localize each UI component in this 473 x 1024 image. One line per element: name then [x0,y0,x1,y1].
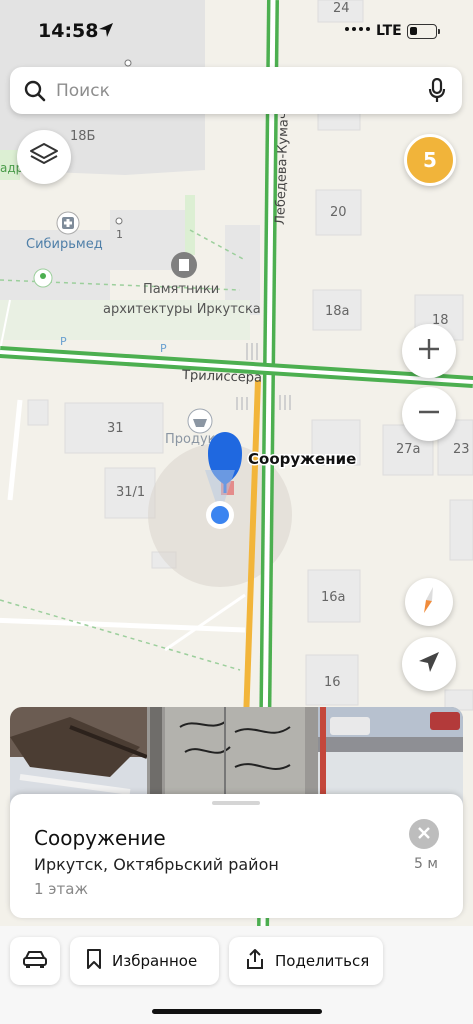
building-number: 18а [325,304,350,319]
bookmark-icon [86,948,102,974]
my-location-button[interactable] [402,637,456,691]
place-floor: 1 этаж [34,880,88,898]
status-time: 14:58 [38,20,99,42]
parking-sign-1: P [60,335,67,348]
route-by-car-button[interactable] [10,937,60,985]
place-photos[interactable] [10,707,463,807]
plus-icon [417,337,441,365]
share-icon [245,948,265,974]
network-type: LTE [376,23,402,39]
share-button[interactable]: Поделиться [229,937,383,985]
car-icon [22,949,48,973]
place-card[interactable]: Сооружение Иркутск, Октябрьский район 1 … [10,794,463,918]
poi-label-place[interactable]: Сооружение [247,449,358,470]
zoom-in-button[interactable] [402,324,456,378]
close-card-button[interactable] [409,819,439,849]
place-title: Сооружение [34,826,166,850]
street-label-trilissera: Трилиссера [181,368,262,386]
building-number: 16а [321,590,346,605]
building-number: 20 [330,205,347,220]
favorites-button[interactable]: Избранное [70,937,219,985]
building-number: 18Б [70,129,95,144]
building-number: 16 [324,675,341,690]
monument-icon [179,259,189,271]
battery-icon [407,24,440,39]
building-number: 27а [396,442,421,457]
building-number: 31 [107,421,124,436]
layers-icon [29,142,59,172]
compass-button[interactable] [405,578,453,626]
close-icon [417,825,431,844]
navigation-arrow-icon [417,650,441,678]
home-indicator[interactable] [152,1009,322,1014]
user-location-dot [211,506,229,524]
place-distance: 5 м [414,856,438,872]
poi-label-sibirmed[interactable]: Сибирьмед [26,237,103,252]
building-number: 23 [453,442,470,457]
place-address: Иркутск, Октябрьский район [34,855,279,874]
search-bar[interactable]: Поиск [10,67,462,114]
traffic-level-button[interactable]: 5 [404,134,456,186]
building-number: 1 [116,228,123,241]
action-bar: Избранное Поделиться [0,926,473,1024]
pharmacy-icon [62,217,74,229]
microphone-icon[interactable] [428,77,446,104]
status-bar: 14:58 LTE [0,0,473,62]
poi-label-monuments-1[interactable]: Памятники [143,282,219,297]
poi-label-monuments-2[interactable]: архитектуры Иркутска [103,302,261,317]
zoom-out-button[interactable] [402,387,456,441]
building-number: 31/1 [116,485,145,500]
share-label: Поделиться [275,952,370,970]
drag-handle[interactable] [212,801,260,805]
favorites-label: Избранное [112,952,198,970]
compass-icon [418,585,440,619]
search-input[interactable]: Поиск [56,81,428,101]
poi-label-products[interactable]: Продук [165,432,216,447]
minus-icon [417,400,441,428]
location-arrow-icon [98,22,114,42]
search-icon [24,80,46,102]
layers-button[interactable] [17,130,71,184]
parking-sign-2: P [160,342,167,355]
photo-thumbnails[interactable] [10,707,463,807]
cellular-signal-icon [345,27,370,31]
